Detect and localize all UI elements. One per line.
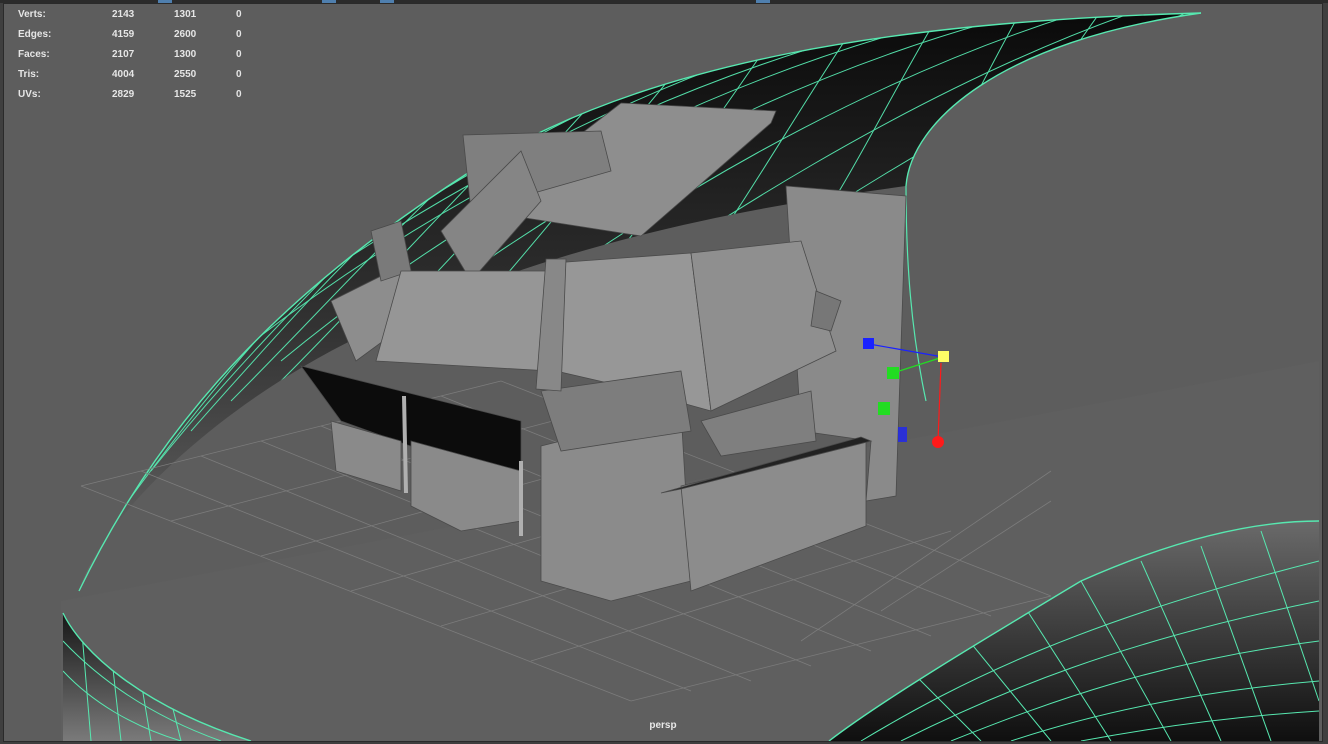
stat-value: 0	[236, 69, 242, 80]
stats-row: Faces: 2107 1300 0	[18, 48, 276, 68]
stat-value: 1301	[174, 9, 197, 20]
stat-value: 4159	[112, 29, 135, 40]
stats-row: UVs: 2829 1525 0	[18, 88, 276, 108]
stat-value: 0	[236, 9, 242, 20]
manipulator-center-handle[interactable]	[938, 351, 949, 362]
stats-row: Tris: 4004 2550 0	[18, 68, 276, 88]
stat-value: 0	[236, 29, 242, 40]
manipulator-y-handle[interactable]	[887, 367, 899, 379]
poly-count-table: Verts: 2143 1301 0 Edges: 4159 2600 0 Fa…	[18, 8, 276, 108]
stat-value: 2143	[112, 9, 135, 20]
stat-label: Faces:	[18, 49, 50, 60]
stat-value: 1525	[174, 89, 197, 100]
manipulator-x-axis[interactable]	[937, 362, 942, 442]
heads-up-display: Verts: 2143 1301 0 Edges: 4159 2600 0 Fa…	[18, 8, 276, 108]
stat-value: 0	[236, 89, 242, 100]
stat-label: Tris:	[18, 69, 40, 80]
stat-value: 2829	[112, 89, 135, 100]
stat-value: 0	[236, 49, 242, 60]
stat-value: 2600	[174, 29, 197, 40]
manipulator-x-handle[interactable]	[932, 436, 944, 448]
stat-label: Edges:	[18, 29, 52, 40]
stat-label: Verts:	[18, 9, 46, 20]
scene-canvas[interactable]	[4, 4, 1322, 741]
stats-row: Edges: 4159 2600 0	[18, 28, 276, 48]
perspective-viewport[interactable]: Verts: 2143 1301 0 Edges: 4159 2600 0 Fa…	[3, 3, 1323, 742]
stat-value: 2550	[174, 69, 197, 80]
stat-label: UVs:	[18, 89, 41, 100]
stat-value: 2107	[112, 49, 135, 60]
manipulator-plane-handle[interactable]	[878, 402, 890, 415]
manipulator-z-handle[interactable]	[863, 338, 874, 349]
manipulator-plane-handle[interactable]	[898, 427, 907, 442]
camera-name-label: persp	[649, 720, 677, 731]
stat-value: 4004	[112, 69, 135, 80]
stats-row: Verts: 2143 1301 0	[18, 8, 276, 28]
stat-value: 1300	[174, 49, 197, 60]
